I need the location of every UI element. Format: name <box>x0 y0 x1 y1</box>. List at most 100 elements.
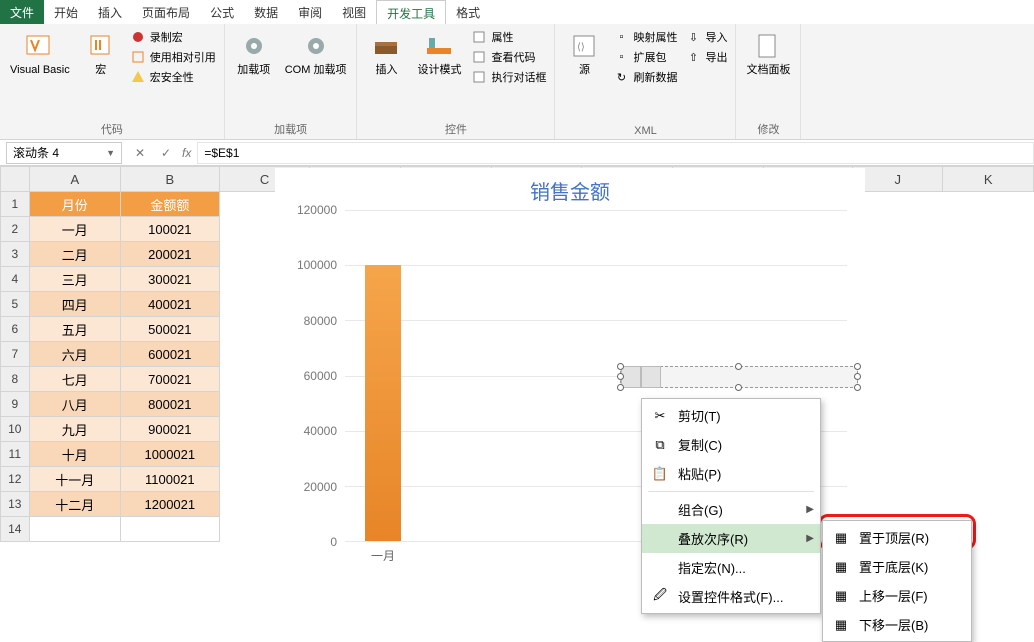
row-header[interactable]: 6 <box>1 317 30 342</box>
tab-layout[interactable]: 页面布局 <box>132 0 200 24</box>
row-header[interactable]: 12 <box>1 467 30 492</box>
cell[interactable]: 一月 <box>29 217 120 242</box>
relative-ref-button[interactable]: 使用相对引用 <box>128 48 218 66</box>
menu-copy[interactable]: ⧉复制(C) <box>642 430 820 459</box>
cell[interactable]: 600021 <box>120 342 219 367</box>
menu-bring-forward[interactable]: ▦上移一层(F) <box>823 581 971 610</box>
row-header[interactable]: 1 <box>1 192 30 217</box>
cell[interactable]: 十二月 <box>29 492 120 517</box>
com-addins-button[interactable]: COM 加载项 <box>281 28 351 79</box>
menu-bring-front[interactable]: ▦置于顶层(R) <box>823 523 971 552</box>
tab-insert[interactable]: 插入 <box>88 0 132 24</box>
design-mode-button[interactable]: 设计模式 <box>413 28 465 79</box>
row-header[interactable]: 2 <box>1 217 30 242</box>
insert-control-button[interactable]: 插入 <box>363 28 409 79</box>
cell[interactable]: 九月 <box>29 417 120 442</box>
confirm-formula-button[interactable]: ✓ <box>154 142 178 164</box>
row-header[interactable]: 13 <box>1 492 30 517</box>
row-header[interactable]: 10 <box>1 417 30 442</box>
tab-developer[interactable]: 开发工具 <box>376 0 446 24</box>
row-header[interactable]: 4 <box>1 267 30 292</box>
cell[interactable]: 十一月 <box>29 467 120 492</box>
row-header[interactable]: 7 <box>1 342 30 367</box>
view-code-button[interactable]: 查看代码 <box>469 48 548 66</box>
row-header[interactable]: 11 <box>1 442 30 467</box>
tab-home[interactable]: 开始 <box>44 0 88 24</box>
tab-review[interactable]: 审阅 <box>288 0 332 24</box>
row-header[interactable]: 5 <box>1 292 30 317</box>
export-button[interactable]: ⇧导出 <box>683 48 729 66</box>
cell[interactable]: 十月 <box>29 442 120 467</box>
visual-basic-button[interactable]: Visual Basic <box>6 28 74 79</box>
cell[interactable]: 900021 <box>120 417 219 442</box>
menu-paste[interactable]: 📋粘贴(P) <box>642 459 820 488</box>
group-code: Visual Basic 宏 录制宏 使用相对引用 宏安全性 代码 <box>0 24 225 139</box>
worksheet: A B C D E F G H I J K 1月份金额额 2一月100021 3… <box>0 166 1034 542</box>
formula-bar: 滚动条 4▼ ✕ ✓ fx <box>0 140 1034 166</box>
export-icon: ⇧ <box>685 49 701 65</box>
cell[interactable]: 100021 <box>120 217 219 242</box>
cell[interactable]: 四月 <box>29 292 120 317</box>
cell[interactable]: 六月 <box>29 342 120 367</box>
select-all-corner[interactable] <box>1 167 30 192</box>
tab-file[interactable]: 文件 <box>0 0 44 24</box>
xml-source-button[interactable]: ⟨⟩源 <box>561 28 607 79</box>
doc-panel-button[interactable]: 文档面板 <box>742 28 794 79</box>
col-header[interactable]: J <box>853 167 943 192</box>
menu-assign-macro[interactable]: 指定宏(N)... <box>642 553 820 582</box>
cell[interactable]: 三月 <box>29 267 120 292</box>
tab-data[interactable]: 数据 <box>244 0 288 24</box>
row-header[interactable]: 9 <box>1 392 30 417</box>
cell[interactable]: 月份 <box>29 192 120 217</box>
row-header[interactable]: 3 <box>1 242 30 267</box>
tab-view[interactable]: 视图 <box>332 0 376 24</box>
import-button[interactable]: ⇩导入 <box>683 28 729 46</box>
context-submenu-order: ▦置于顶层(R) ▦置于底层(K) ▦上移一层(F) ▦下移一层(B) <box>822 520 972 642</box>
send-back-icon: ▦ <box>831 558 851 576</box>
menu-separator <box>648 491 814 492</box>
row-header[interactable]: 14 <box>1 517 30 542</box>
cell[interactable]: 金额额 <box>120 192 219 217</box>
menu-group[interactable]: 组合(G)▶ <box>642 495 820 524</box>
properties-button[interactable]: 属性 <box>469 28 548 46</box>
cell[interactable]: 五月 <box>29 317 120 342</box>
col-header[interactable]: A <box>29 167 120 192</box>
menu-send-backward[interactable]: ▦下移一层(B) <box>823 610 971 639</box>
cell[interactable]: 八月 <box>29 392 120 417</box>
macro-button[interactable]: 宏 <box>78 28 124 79</box>
scrollbar-form-control[interactable] <box>620 366 858 388</box>
cell[interactable]: 800021 <box>120 392 219 417</box>
map-props-button[interactable]: ▫映射属性 <box>611 28 679 46</box>
cell[interactable]: 1200021 <box>120 492 219 517</box>
record-macro-button[interactable]: 录制宏 <box>128 28 218 46</box>
col-header[interactable]: B <box>120 167 219 192</box>
expansion-pack-button[interactable]: ▫扩展包 <box>611 48 679 66</box>
tab-format[interactable]: 格式 <box>446 0 490 24</box>
menu-cut[interactable]: ✂剪切(T) <box>642 401 820 430</box>
addins-button[interactable]: 加载项 <box>231 28 277 79</box>
cell[interactable] <box>120 517 219 542</box>
cancel-formula-button[interactable]: ✕ <box>128 142 152 164</box>
cell[interactable]: 500021 <box>120 317 219 342</box>
cell[interactable]: 300021 <box>120 267 219 292</box>
cell[interactable]: 二月 <box>29 242 120 267</box>
menu-order[interactable]: 叠放次序(R)▶ <box>642 524 820 553</box>
formula-input[interactable] <box>197 142 1034 164</box>
cell[interactable]: 1000021 <box>120 442 219 467</box>
run-dialog-button[interactable]: 执行对话框 <box>469 68 548 86</box>
cell[interactable]: 七月 <box>29 367 120 392</box>
cell[interactable]: 200021 <box>120 242 219 267</box>
cell[interactable]: 400021 <box>120 292 219 317</box>
row-header[interactable]: 8 <box>1 367 30 392</box>
cell[interactable]: 1100021 <box>120 467 219 492</box>
tab-formula[interactable]: 公式 <box>200 0 244 24</box>
menu-format-control[interactable]: 🖉设置控件格式(F)... <box>642 582 820 611</box>
name-box[interactable]: 滚动条 4▼ <box>6 142 122 164</box>
relative-icon <box>130 49 146 65</box>
menu-send-back[interactable]: ▦置于底层(K) <box>823 552 971 581</box>
refresh-data-button[interactable]: ↻刷新数据 <box>611 68 679 86</box>
cell[interactable]: 700021 <box>120 367 219 392</box>
col-header[interactable]: K <box>943 167 1034 192</box>
cell[interactable] <box>29 517 120 542</box>
macro-security-button[interactable]: 宏安全性 <box>128 68 218 86</box>
